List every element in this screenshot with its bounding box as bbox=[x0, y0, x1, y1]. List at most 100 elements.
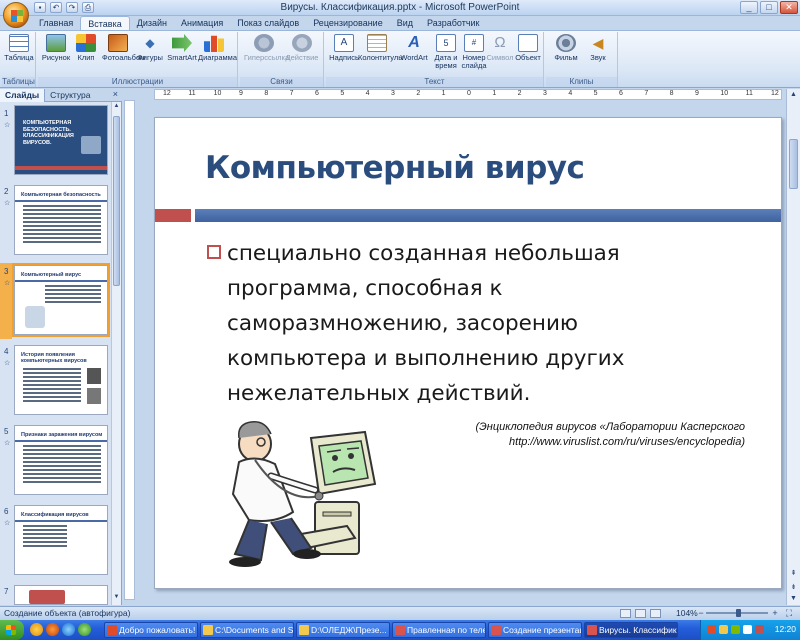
panel-close-icon[interactable]: × bbox=[113, 89, 118, 99]
task-label: C:\Documents and Se... bbox=[215, 625, 294, 635]
scroll-down-icon[interactable]: ▼ bbox=[788, 595, 799, 602]
tab-home[interactable]: Главная bbox=[32, 16, 80, 30]
tab-slideshow[interactable]: Показ слайдов bbox=[230, 16, 306, 30]
tray-icon[interactable] bbox=[743, 625, 752, 634]
slide-sorter-view-button[interactable] bbox=[635, 609, 646, 618]
task-label: Добро пожаловать! bbox=[119, 625, 196, 635]
quicklaunch-icon[interactable] bbox=[30, 623, 43, 636]
fit-to-window-icon[interactable]: ⛶ bbox=[784, 607, 794, 620]
slide-thumbnail[interactable]: Признаки заражения вирусом bbox=[14, 425, 108, 495]
tray-icon[interactable] bbox=[755, 625, 764, 634]
movie-icon bbox=[556, 34, 576, 52]
picture-button[interactable]: Рисунок bbox=[40, 34, 72, 62]
thumb-text-lines bbox=[23, 445, 101, 485]
quicklaunch-icon[interactable] bbox=[78, 623, 91, 636]
tab-slides[interactable]: Слайды bbox=[0, 89, 46, 102]
office-logo-tile bbox=[17, 16, 23, 22]
office-button[interactable] bbox=[3, 2, 29, 28]
horizontal-ruler[interactable]: 12 11 10 9 8 7 6 5 4 3 2 1 0 1 2 3 4 5 6 7 8 9 10 11 12 bbox=[154, 89, 782, 100]
slide-thumbnail[interactable]: КОМПЬЮТЕРНАЯ БЕЗОПАСНОСТЬ. КЛАССИФИКАЦИЯ… bbox=[14, 105, 108, 175]
zoom-in-icon[interactable]: + bbox=[770, 607, 780, 620]
slideshow-view-button[interactable] bbox=[650, 609, 661, 618]
slides-scrollbar[interactable]: ▲ ▼ bbox=[111, 102, 121, 605]
title-accent-blue bbox=[195, 209, 781, 222]
taskbar-button[interactable]: Добро пожаловать! bbox=[104, 622, 198, 638]
object-button[interactable]: Объект bbox=[512, 34, 544, 62]
sound-button[interactable]: ◀ Звук bbox=[582, 34, 614, 62]
movie-button[interactable]: Фильм bbox=[550, 34, 582, 62]
slide-scrollbar[interactable]: ▲ ⇞ ⇟ ▼ bbox=[786, 89, 800, 605]
clipart-shoe bbox=[293, 549, 321, 559]
tab-insert[interactable]: Вставка bbox=[80, 16, 130, 30]
slide-thumbnail[interactable]: История появления компьютерных вирусов bbox=[14, 345, 108, 415]
action-button[interactable]: Действие bbox=[284, 34, 320, 62]
smartart-button[interactable]: SmartArt bbox=[166, 34, 198, 62]
maximize-button[interactable]: □ bbox=[760, 1, 778, 14]
taskbar-button[interactable]: D:\ОЛЕДЖ\Презе... bbox=[296, 622, 390, 638]
tab-animation[interactable]: Анимация bbox=[174, 16, 230, 30]
textbox-button[interactable]: A Надпись bbox=[328, 34, 360, 62]
slide-canvas[interactable]: Компьютерный вирус специально созданная … bbox=[154, 117, 782, 589]
tab-review[interactable]: Рецензирование bbox=[306, 16, 390, 30]
window-controls: _ □ ✕ bbox=[740, 1, 798, 14]
shapes-button[interactable]: ◆ Фигуры bbox=[134, 34, 166, 62]
wordart-button[interactable]: A WordArt bbox=[398, 34, 430, 62]
slide-thumbnail[interactable]: Классификация вирусов bbox=[14, 505, 108, 575]
scroll-thumb[interactable] bbox=[789, 139, 798, 189]
clipart-doctor-legs bbox=[233, 519, 268, 562]
zoom-slider-handle[interactable] bbox=[736, 609, 742, 617]
taskbar-button[interactable]: Создание презентац... bbox=[488, 622, 582, 638]
tab-outline[interactable]: Структура bbox=[45, 89, 95, 102]
scroll-down-icon[interactable]: ▼ bbox=[112, 594, 121, 604]
title-accent-red bbox=[155, 209, 191, 222]
slide-thumbnail[interactable] bbox=[14, 585, 108, 605]
zoom-out-icon[interactable]: − bbox=[696, 607, 706, 620]
taskbar-button[interactable]: Правленная по теле... bbox=[392, 622, 486, 638]
taskbar-button[interactable]: Вирусы. Классифик... bbox=[584, 622, 678, 638]
ruler-mark: 2 bbox=[517, 90, 522, 97]
picture-icon bbox=[46, 34, 66, 52]
thumb-title: Компьютерный вирус bbox=[21, 272, 82, 278]
header-footer-button[interactable]: Колонтитулы bbox=[358, 34, 404, 62]
doctor-computer-clipart[interactable] bbox=[215, 414, 385, 576]
slide-number: 6 bbox=[4, 507, 9, 516]
zoom-level[interactable]: 104% bbox=[676, 607, 698, 620]
tray-icon[interactable] bbox=[731, 625, 740, 634]
photo-album-button[interactable]: Фотоальбом bbox=[102, 34, 145, 62]
slide-thumbnail-selected[interactable]: Компьютерный вирус bbox=[12, 263, 110, 337]
scroll-thumb[interactable] bbox=[113, 116, 120, 286]
group-tables: Таблица Таблицы bbox=[2, 32, 36, 87]
citation[interactable]: (Энциклопедия вирусов «Лаборатории Каспе… bbox=[476, 420, 745, 450]
clipart-button[interactable]: Клип bbox=[70, 34, 102, 62]
minimize-button[interactable]: _ bbox=[740, 1, 758, 14]
scroll-up-icon[interactable]: ▲ bbox=[788, 91, 799, 98]
previous-slide-icon[interactable]: ⇞ bbox=[788, 569, 799, 577]
tab-view[interactable]: Вид bbox=[390, 16, 420, 30]
tab-design[interactable]: Дизайн bbox=[130, 16, 174, 30]
normal-view-button[interactable] bbox=[620, 609, 631, 618]
thumb-title: Классификация вирусов bbox=[21, 512, 89, 518]
taskbar-button[interactable]: C:\Documents and Se... bbox=[200, 622, 294, 638]
bullet-square-icon bbox=[207, 245, 221, 259]
tray-icon[interactable] bbox=[719, 625, 728, 634]
tab-developer[interactable]: Разработчик bbox=[420, 16, 486, 30]
vertical-ruler[interactable] bbox=[124, 100, 135, 600]
group-label: Связи bbox=[240, 77, 323, 87]
ruler-mark: 9 bbox=[239, 90, 243, 97]
tray-icon[interactable] bbox=[707, 625, 716, 634]
slide-thumbnail[interactable]: Компьютерная безопасность bbox=[14, 185, 108, 255]
close-button[interactable]: ✕ bbox=[780, 1, 798, 14]
table-button[interactable]: Таблица bbox=[3, 34, 35, 62]
chart-button[interactable]: Диаграмма bbox=[198, 34, 237, 62]
ruler-mark: 10 bbox=[213, 90, 222, 97]
start-button[interactable] bbox=[0, 620, 24, 640]
next-slide-icon[interactable]: ⇟ bbox=[788, 583, 799, 591]
quicklaunch-icon[interactable] bbox=[46, 623, 59, 636]
bullet-text[interactable]: специально созданная небольшая программа… bbox=[227, 236, 697, 411]
thumb-bar bbox=[15, 520, 107, 522]
transition-star-icon: ☆ bbox=[4, 360, 11, 367]
scroll-up-icon[interactable]: ▲ bbox=[112, 103, 121, 113]
slide-title[interactable]: Компьютерный вирус bbox=[205, 150, 585, 186]
hyperlink-button[interactable]: Гиперссылка bbox=[244, 34, 289, 62]
quicklaunch-icon[interactable] bbox=[62, 623, 75, 636]
